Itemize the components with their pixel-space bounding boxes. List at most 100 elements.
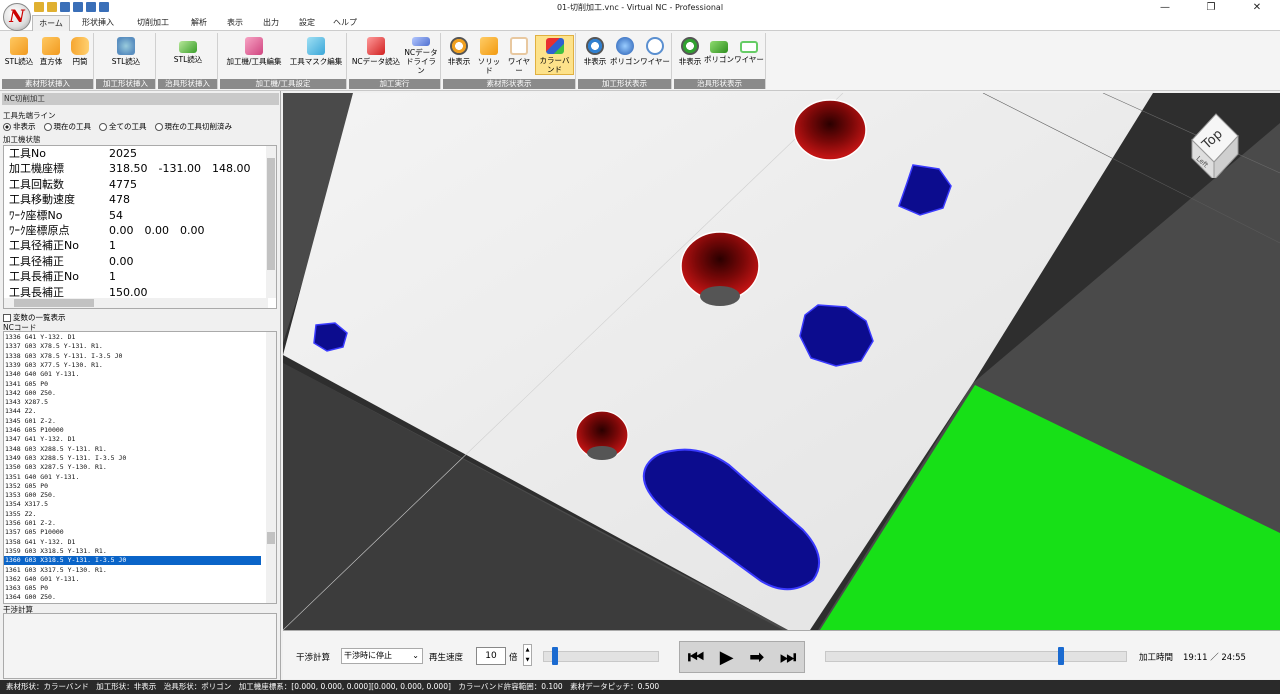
- nc-code-line[interactable]: 1348 G03 X288.5 Y-131. R1.: [4, 445, 261, 454]
- nc-code-line[interactable]: 1342 G00 Z50.: [4, 389, 261, 398]
- radio-all-tools[interactable]: 全ての工具: [99, 121, 147, 132]
- nc-code-line[interactable]: 1362 G40 G01 Y-131.: [4, 575, 261, 584]
- speed-input[interactable]: 10: [476, 647, 506, 665]
- cylinder-button[interactable]: 円筒: [68, 35, 92, 75]
- tool-tip-line-label: 工具先端ライン: [3, 111, 56, 120]
- interference-mode-select[interactable]: 干渉時に停止 ⌄: [341, 648, 423, 664]
- machined-hide-button[interactable]: 非表示: [580, 35, 610, 75]
- nc-code-line[interactable]: 1343 X287.5: [4, 398, 261, 407]
- radio-current-tool-cut[interactable]: 現在の工具切削済み: [154, 121, 232, 132]
- nc-code-line[interactable]: 1353 G00 Z50.: [4, 491, 261, 500]
- tool-mask-edit-button[interactable]: 工具マスク編集: [288, 35, 344, 75]
- machined-wire-button[interactable]: ワイヤー: [640, 35, 670, 75]
- machining-progress-slider[interactable]: [825, 651, 1127, 662]
- nc-code-line[interactable]: 1356 G01 Z-2.: [4, 519, 261, 528]
- tab-output[interactable]: 出力: [256, 15, 286, 31]
- status-bar: 素材形状：カラーバンド 加工形状：非表示 治具形状：ポリゴン 加工機座標系：[0…: [0, 680, 1280, 694]
- nc-data-load-button[interactable]: NCデータ読込: [351, 35, 401, 75]
- nc-code-line[interactable]: 1359 G03 X318.5 Y-131. R1.: [4, 547, 261, 556]
- nc-dry-run-button[interactable]: NCデータ ドライラン: [403, 35, 439, 75]
- box-button[interactable]: 直方体: [36, 35, 66, 75]
- nc-code-line[interactable]: 1360 G03 X318.5 Y-131. I-3.5 J0: [4, 556, 261, 566]
- nc-code-line[interactable]: 1355 Z2.: [4, 510, 261, 519]
- stock-hide-button[interactable]: 非表示: [445, 35, 473, 75]
- jig-polygon-button[interactable]: ポリゴン: [704, 35, 734, 75]
- jig-icon: [179, 41, 197, 53]
- solid-cube-icon: [480, 37, 498, 55]
- state-row: 工具径補正No 1: [9, 239, 116, 253]
- scroll-thumb[interactable]: [267, 532, 275, 544]
- close-button[interactable]: ✕: [1234, 0, 1280, 15]
- colorband-icon: [545, 38, 564, 54]
- play-icon[interactable]: ▶: [720, 647, 734, 668]
- nc-code-line[interactable]: 1345 G01 Z-2.: [4, 417, 261, 426]
- nc-code-line[interactable]: 1337 G03 X78.5 Y-131. R1.: [4, 342, 261, 351]
- jig-stl-load-button[interactable]: STL読込: [172, 35, 204, 75]
- tab-view[interactable]: 表示: [220, 15, 250, 31]
- speed-slider[interactable]: [543, 651, 659, 662]
- spin-down-icon[interactable]: ▼: [524, 655, 531, 665]
- hole-bottom: [700, 286, 740, 306]
- progress-slider-thumb[interactable]: [1057, 647, 1064, 665]
- jig-hide-button[interactable]: 非表示: [676, 35, 704, 75]
- nc-code-line[interactable]: 1364 G00 Z50.: [4, 593, 261, 602]
- horizontal-scrollbar[interactable]: [4, 298, 268, 308]
- skip-to-end-icon[interactable]: ⏭: [780, 647, 796, 668]
- step-forward-icon[interactable]: ➡: [749, 647, 764, 668]
- group-label: 加工形状挿入: [96, 79, 155, 89]
- 3d-viewport[interactable]: [283, 93, 1280, 630]
- nc-code-line[interactable]: 1354 X317.5: [4, 500, 261, 509]
- scroll-thumb[interactable]: [14, 299, 94, 307]
- nc-code-line[interactable]: 1340 G40 G01 Y-131.: [4, 370, 261, 379]
- nc-code-line[interactable]: 1349 G03 X288.5 Y-131. I-3.5 J0: [4, 454, 261, 463]
- vertical-scrollbar[interactable]: [266, 332, 276, 603]
- machine-tool-edit-button[interactable]: 加工機/工具編集: [222, 35, 286, 75]
- stock-wire-button[interactable]: ワイヤー: [505, 35, 533, 75]
- nc-code-list[interactable]: 1336 G41 Y-132. D1 1337 G03 X78.5 Y-131. …: [3, 331, 277, 604]
- nc-code-line[interactable]: 1361 G03 X317.5 Y-130. R1.: [4, 566, 261, 575]
- minimize-button[interactable]: —: [1142, 0, 1188, 15]
- nc-code-line[interactable]: 1338 G03 X78.5 Y-131. I-3.5 J0: [4, 352, 261, 361]
- tab-cutting[interactable]: 切削加工: [130, 15, 176, 31]
- speed-spinner[interactable]: ▲ ▼: [523, 644, 532, 666]
- nc-code-line[interactable]: 1339 G03 X77.5 Y-130. R1.: [4, 361, 261, 370]
- nc-code-line[interactable]: 1347 G41 Y-132. D1: [4, 435, 261, 444]
- nc-code-line[interactable]: 1352 G05 P0: [4, 482, 261, 491]
- stock-colorband-button[interactable]: カラーバンド: [535, 35, 574, 75]
- nc-code-line[interactable]: 1357 G05 P10000: [4, 528, 261, 537]
- radio-hide[interactable]: 非表示: [3, 121, 36, 132]
- view-cube[interactable]: Top Left: [1188, 100, 1240, 182]
- maximize-button[interactable]: ❐: [1188, 0, 1234, 15]
- nc-code-line[interactable]: 1346 G05 P10000: [4, 426, 261, 435]
- machined-stl-load-button[interactable]: STL読込: [110, 35, 142, 75]
- app-logo[interactable]: N: [3, 3, 31, 31]
- scroll-thumb[interactable]: [267, 158, 275, 270]
- machined-polygon-button[interactable]: ポリゴン: [610, 35, 640, 75]
- tab-insert-shape[interactable]: 形状挿入: [76, 15, 120, 31]
- nc-code-line[interactable]: 1351 G40 G01 Y-131.: [4, 473, 261, 482]
- vertical-scrollbar[interactable]: [266, 146, 276, 298]
- stock-stl-load-button[interactable]: STL読込: [4, 35, 34, 75]
- group-label: 加工形状表示: [578, 79, 671, 89]
- tab-help[interactable]: ヘルプ: [328, 15, 362, 31]
- radio-current-tool[interactable]: 現在の工具: [43, 121, 91, 132]
- nc-code-line[interactable]: 1363 G05 P0: [4, 584, 261, 593]
- nc-code-line[interactable]: 1336 G41 Y-132. D1: [4, 333, 261, 342]
- tab-home[interactable]: ホーム: [32, 15, 70, 31]
- group-jig-insert: STL読込 治具形状挿入: [158, 33, 218, 89]
- group-stock-view: 非表示 ソリッド ワイヤー カラーバンド 素材形状表示: [443, 33, 576, 89]
- machine-state-list[interactable]: 工具No 2025 加工機座標 318.50 -131.00 148.00 工具回転…: [3, 145, 277, 309]
- nc-code-line[interactable]: 1350 G03 X287.5 Y-130. R1.: [4, 463, 261, 472]
- tool-mask-icon: [307, 37, 325, 55]
- window-title: 01-切削加工.vnc - Virtual NC - Professional: [556, 3, 724, 12]
- tab-settings[interactable]: 設定: [292, 15, 322, 31]
- nc-code-line[interactable]: 1344 Z2.: [4, 407, 261, 416]
- tab-analysis[interactable]: 解析: [184, 15, 214, 31]
- jig-wire-button[interactable]: ワイヤー: [734, 35, 764, 75]
- stock-solid-button[interactable]: ソリッド: [475, 35, 503, 75]
- nc-code-line[interactable]: 1341 G05 P0: [4, 380, 261, 389]
- skip-to-start-icon[interactable]: ⏮: [688, 647, 704, 668]
- nc-code-line[interactable]: 1358 G41 Y-132. D1: [4, 538, 261, 547]
- spin-up-icon[interactable]: ▲: [524, 645, 531, 655]
- speed-slider-thumb[interactable]: [551, 647, 558, 665]
